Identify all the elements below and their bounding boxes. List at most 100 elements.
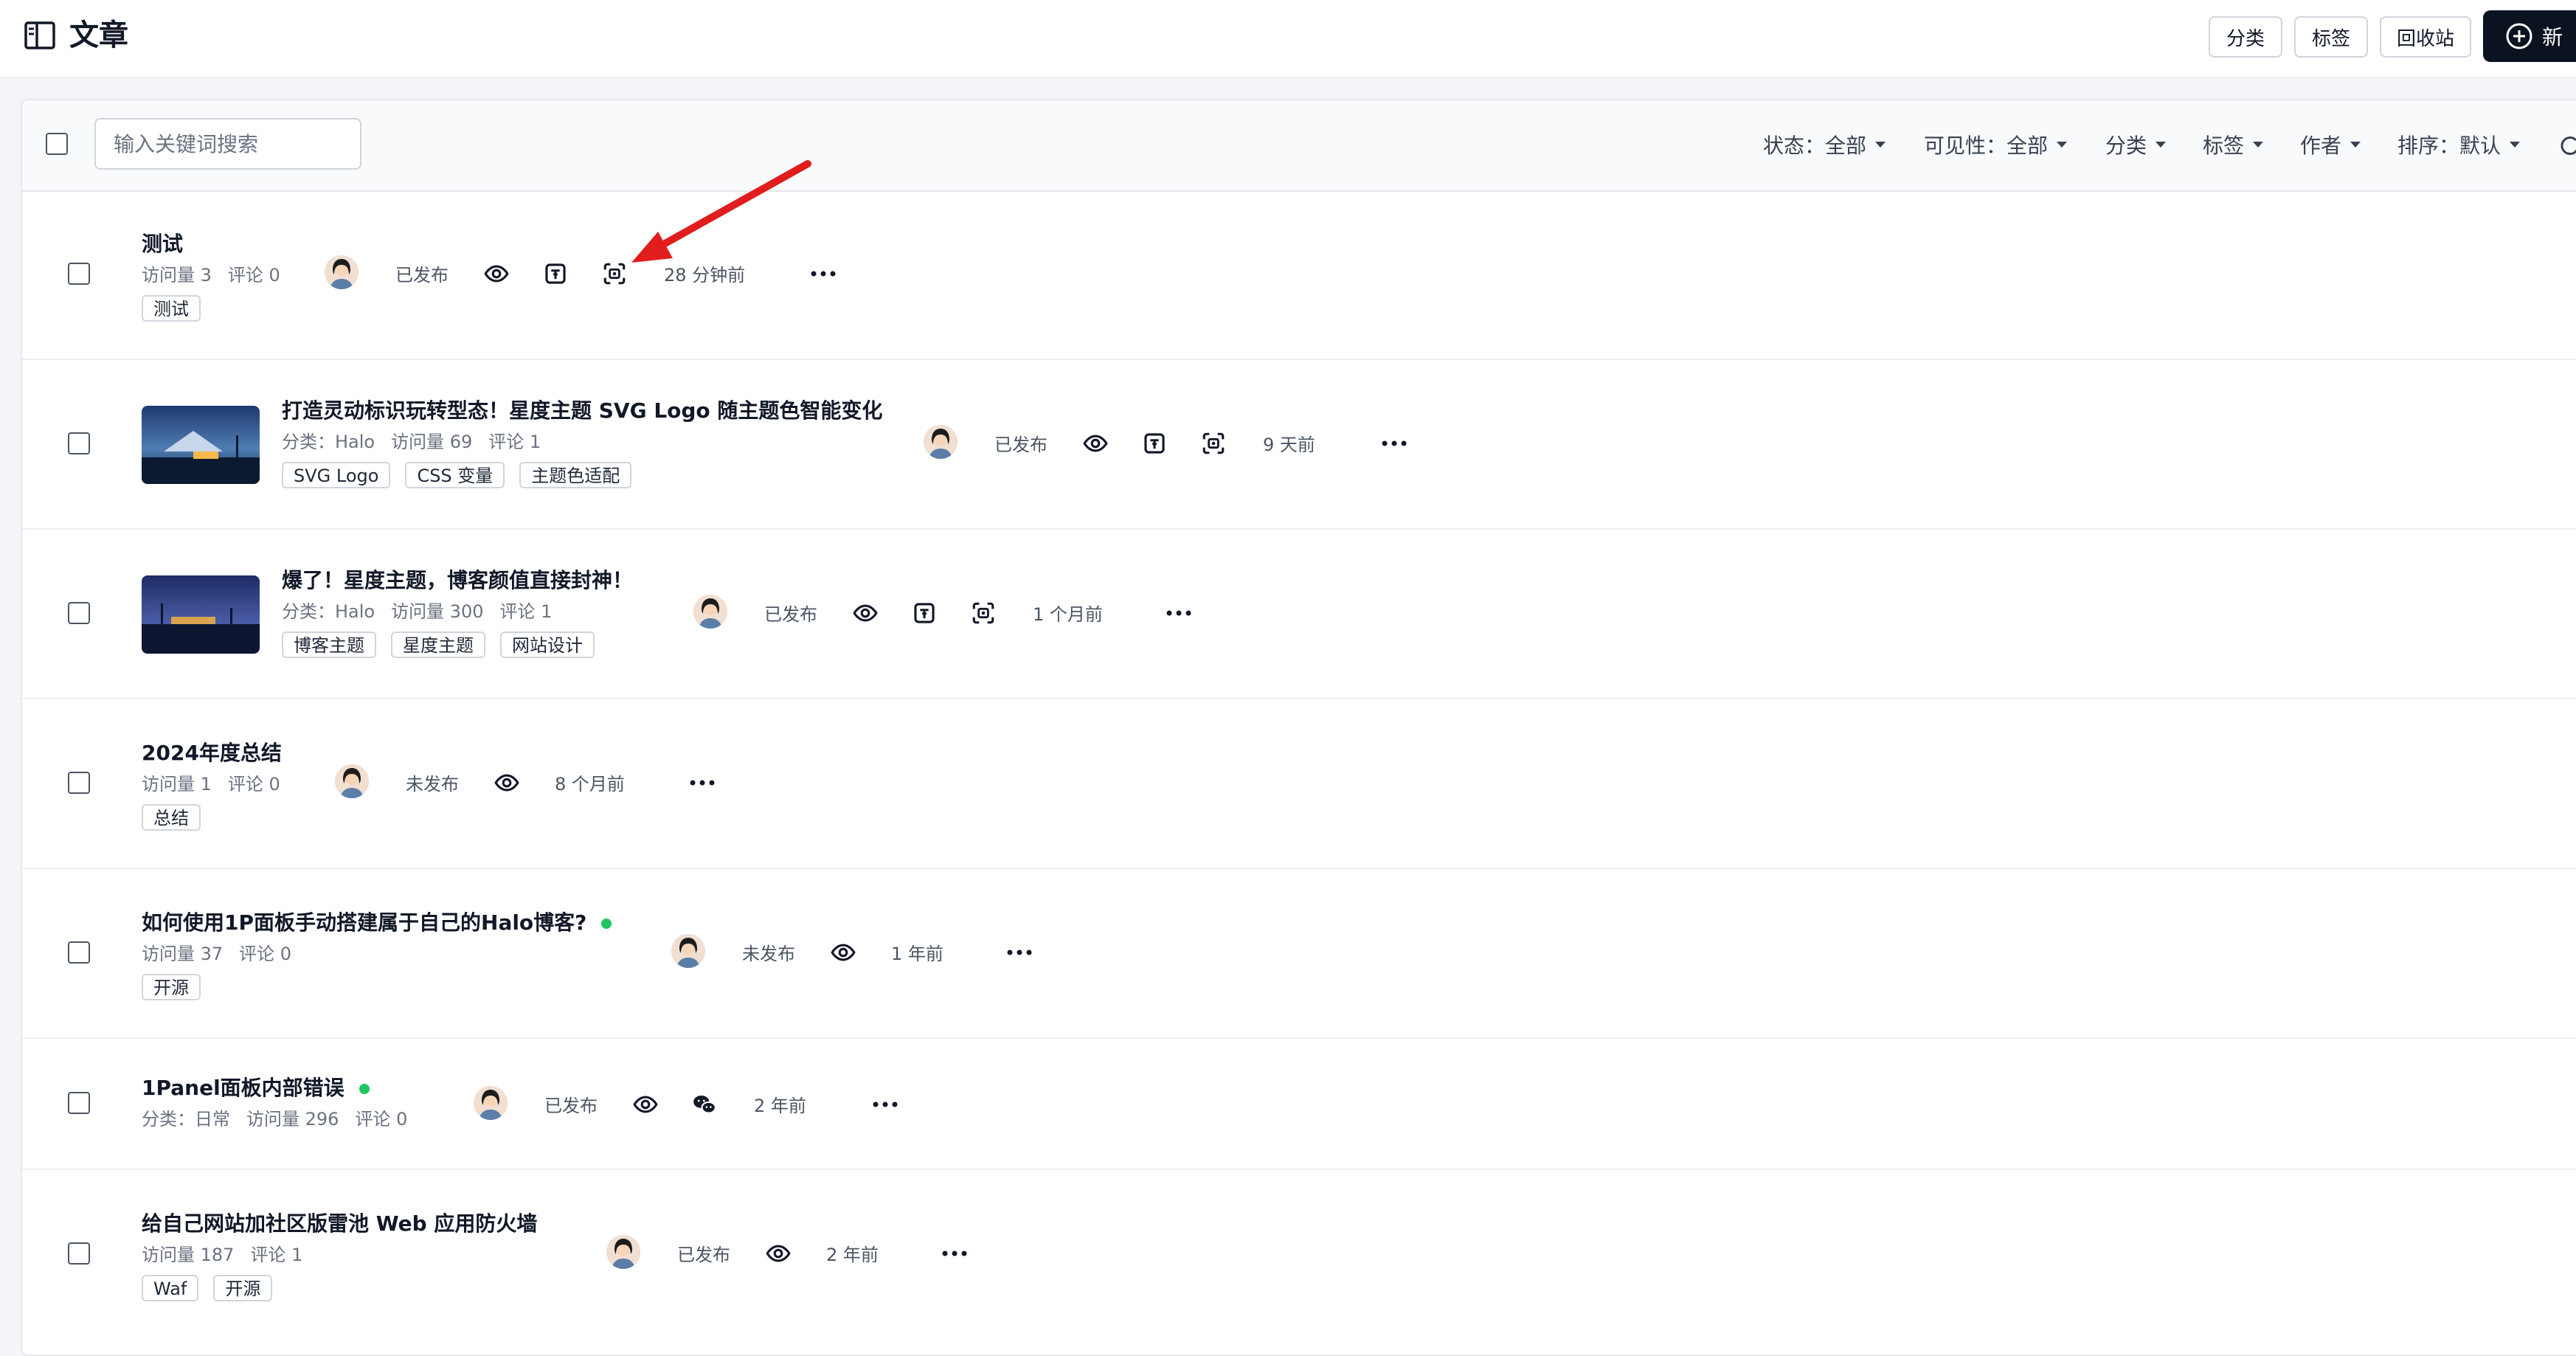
- post-tags: 总结: [142, 804, 201, 831]
- post-tag[interactable]: SVG Logo: [282, 462, 391, 488]
- post-category[interactable]: Halo: [335, 601, 375, 622]
- post-title[interactable]: 1Panel面板内部错误: [142, 1076, 370, 1101]
- post-tag[interactable]: 测试: [142, 295, 201, 322]
- more-actions-icon[interactable]: [1166, 609, 1192, 617]
- post-checkbox[interactable]: [68, 941, 90, 964]
- post-time: 8 个月前: [555, 774, 625, 795]
- post-comments: 评论 1: [250, 1245, 303, 1265]
- post-title[interactable]: 2024年度总结: [142, 741, 282, 766]
- post-title[interactable]: 测试: [142, 232, 183, 257]
- post-comments: 评论 0: [239, 944, 292, 964]
- post-time: 2 年前: [754, 1096, 806, 1116]
- post-category[interactable]: 日常: [195, 1109, 230, 1130]
- post-title[interactable]: 打造灵动标识玩转型态！星度主题 SVG Logo 随主题色智能变化: [282, 398, 882, 423]
- more-actions-icon[interactable]: [810, 270, 837, 277]
- post-tag[interactable]: Waf: [142, 1275, 199, 1301]
- more-actions-icon[interactable]: [1006, 949, 1033, 956]
- post-title[interactable]: 给自己网站加社区版雷池 Web 应用防火墙: [142, 1211, 537, 1236]
- post-checkbox[interactable]: [68, 432, 90, 454]
- category-button[interactable]: 分类: [2209, 16, 2282, 58]
- visibility-eye-icon: [494, 770, 519, 795]
- post-tags: SVG Logo CSS 变量 主题色适配: [282, 462, 632, 488]
- more-actions-icon[interactable]: [1381, 440, 1408, 447]
- recycle-bin-button[interactable]: 回收站: [2380, 16, 2471, 58]
- post-status: 未发布: [406, 774, 459, 795]
- post-tag[interactable]: 星度主题: [391, 632, 485, 658]
- post-meta: 访问量 187 评论 1: [142, 1244, 319, 1266]
- tag-filter[interactable]: 标签: [2203, 130, 2264, 159]
- post-time: 28 分钟前: [664, 265, 746, 286]
- visibility-eye-icon: [484, 261, 509, 286]
- post-time: 2 年前: [826, 1245, 879, 1265]
- post-checkbox[interactable]: [68, 1092, 90, 1114]
- post-comments: 评论 1: [499, 601, 553, 622]
- select-all-checkbox[interactable]: [46, 133, 68, 155]
- tag-button[interactable]: 标签: [2294, 16, 2368, 58]
- more-actions-icon[interactable]: [941, 1250, 968, 1257]
- post-status: 未发布: [742, 944, 795, 964]
- post-row[interactable]: 2024年度总结 访问量 1 评论 0 总结 未发布 8 个月前: [22, 699, 2576, 869]
- post-title[interactable]: 如何使用1P面板手动搭建属于自己的Halo博客?: [142, 910, 612, 935]
- post-row[interactable]: 给自己网站加社区版雷池 Web 应用防火墙 访问量 187 评论 1 Waf 开源…: [22, 1170, 2576, 1338]
- post-comments: 评论 0: [227, 265, 280, 286]
- post-tag[interactable]: 主题色适配: [519, 462, 632, 488]
- post-tag[interactable]: CSS 变量: [405, 462, 505, 488]
- category-filter[interactable]: 分类: [2105, 130, 2167, 159]
- post-tag[interactable]: 开源: [213, 1275, 273, 1301]
- post-comments: 评论 0: [355, 1109, 408, 1130]
- post-list-card: 状态：全部 可见性：全部 分类 标签 作者 排序：默认 测试 访问量 3 评论 0…: [21, 99, 2576, 1356]
- post-comments: 评论 1: [488, 432, 541, 452]
- post-time: 1 年前: [891, 944, 944, 964]
- post-checkbox[interactable]: [68, 772, 90, 794]
- post-checkbox[interactable]: [68, 602, 90, 624]
- author-filter-label: 作者: [2300, 134, 2342, 158]
- post-tag[interactable]: 总结: [142, 804, 201, 831]
- post-tag[interactable]: 开源: [142, 974, 201, 1000]
- post-tag[interactable]: 网站设计: [500, 632, 595, 658]
- more-actions-icon[interactable]: [872, 1101, 899, 1108]
- post-meta: 分类：日常 访问量 296 评论 0: [142, 1108, 423, 1130]
- post-meta: 分类：Halo 访问量 69 评论 1: [282, 431, 557, 453]
- sort-filter[interactable]: 排序：默认: [2397, 130, 2521, 159]
- post-status: 已发布: [677, 1245, 730, 1265]
- post-checkbox[interactable]: [68, 1242, 90, 1265]
- add-circle-icon: [2506, 23, 2532, 49]
- more-actions-icon[interactable]: [689, 779, 716, 786]
- chevron-down-icon: [2510, 142, 2521, 148]
- post-time: 9 天前: [1263, 435, 1315, 455]
- post-row[interactable]: 1Panel面板内部错误 分类：日常 访问量 296 评论 0 已发布 2 年前: [22, 1039, 2576, 1170]
- post-category[interactable]: Halo: [335, 432, 375, 452]
- post-tags: 博客主题 星度主题 网站设计: [282, 632, 595, 658]
- annotation-arrow-icon: [631, 160, 811, 263]
- post-row[interactable]: 如何使用1P面板手动搭建属于自己的Halo博客? 访问量 37 评论 0 开源 未…: [22, 869, 2576, 1039]
- refresh-icon[interactable]: [2560, 133, 2576, 156]
- new-post-button[interactable]: 新: [2483, 10, 2576, 62]
- post-category-label: 分类：: [282, 432, 335, 452]
- author-avatar: [924, 425, 958, 459]
- post-tags: Waf 开源: [142, 1275, 273, 1301]
- visibility-eye-icon: [766, 1241, 791, 1266]
- visibility-eye-icon: [633, 1092, 658, 1117]
- post-cover-image: [142, 575, 260, 654]
- search-input[interactable]: [94, 118, 361, 170]
- post-row[interactable]: 打造灵动标识玩转型态！星度主题 SVG Logo 随主题色智能变化 分类：Hal…: [22, 360, 2576, 530]
- post-row[interactable]: 测试 访问量 3 评论 0 测试 已发布 28 分钟前: [22, 190, 2576, 360]
- post-checkbox[interactable]: [68, 263, 90, 285]
- sidebar-toggle-icon[interactable]: [24, 21, 56, 50]
- author-filter[interactable]: 作者: [2300, 130, 2361, 159]
- chevron-down-icon: [2156, 142, 2167, 148]
- post-category-label: 分类：: [282, 601, 335, 622]
- post-visits: 访问量 296: [246, 1109, 339, 1130]
- visibility-filter-label: 可见性：全部: [1924, 134, 2049, 158]
- visibility-eye-icon: [831, 940, 856, 965]
- status-filter[interactable]: 状态：全部: [1763, 130, 1886, 159]
- published-dot-icon: [601, 919, 612, 929]
- author-avatar: [474, 1086, 508, 1120]
- visibility-filter[interactable]: 可见性：全部: [1924, 130, 2068, 159]
- post-row[interactable]: 爆了！星度主题，博客颜值直接封神！ 分类：Halo 访问量 300 评论 1 博客主…: [22, 530, 2576, 699]
- author-avatar: [606, 1235, 640, 1269]
- screenshot-scan-icon: [1201, 431, 1226, 456]
- post-title[interactable]: 爆了！星度主题，博客颜值直接封神！: [282, 568, 633, 593]
- editor-doc-icon: [1142, 431, 1167, 456]
- post-tag[interactable]: 博客主题: [282, 632, 376, 658]
